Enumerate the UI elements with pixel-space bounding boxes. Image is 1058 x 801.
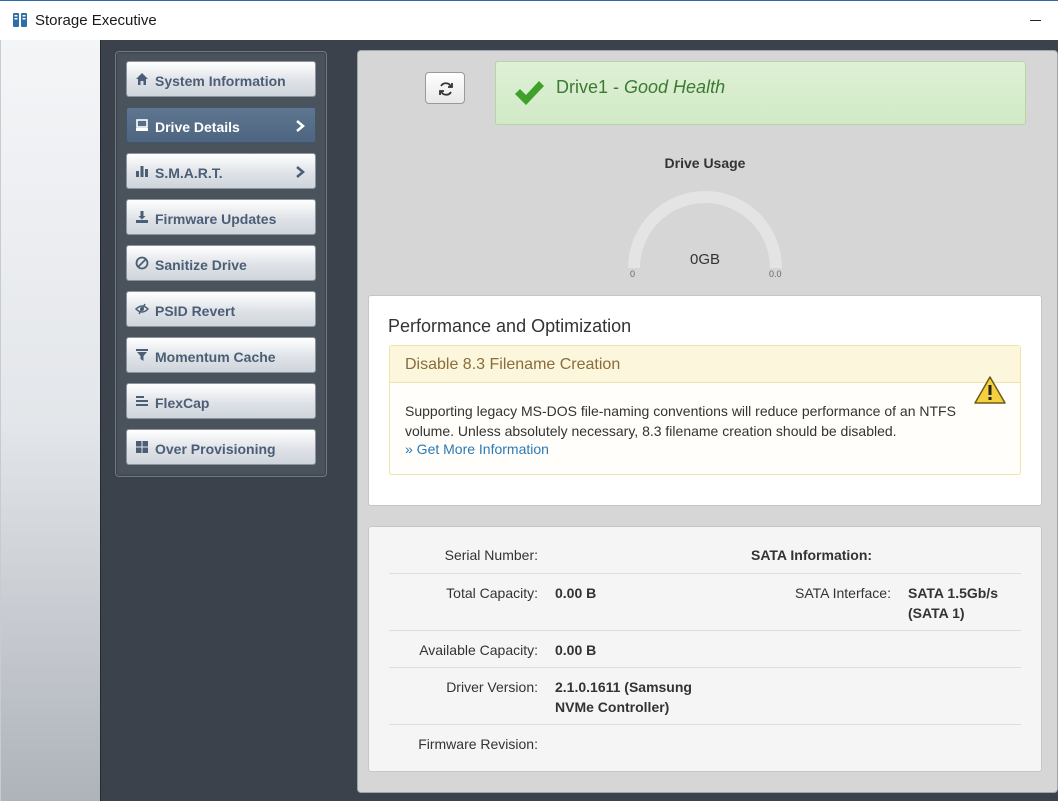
sidebar-item-label: Sanitize Drive xyxy=(155,257,247,273)
chevron-right-icon xyxy=(296,120,305,132)
align-left-icon xyxy=(136,396,148,406)
sidebar-item-label: FlexCap xyxy=(155,395,210,411)
filter-icon xyxy=(136,349,148,361)
sidebar-item-label: System Information xyxy=(155,73,286,89)
warning-description: Supporting legacy MS-DOS file-naming con… xyxy=(405,403,956,439)
performance-title: Performance and Optimization xyxy=(388,316,632,336)
warning-header: Disable 8.3 Filename Creation xyxy=(390,346,1020,383)
sata-information-heading: SATA Information: xyxy=(751,547,873,563)
sidebar-item-label: PSID Revert xyxy=(155,303,236,319)
sidebar-item-sanitize-drive[interactable]: Sanitize Drive xyxy=(126,245,316,281)
checkmark-icon xyxy=(515,81,544,105)
sidebar-item-label: Firmware Updates xyxy=(155,211,277,227)
bar-chart-icon xyxy=(136,166,148,177)
health-status: Good Health xyxy=(624,77,726,97)
drive-name: Drive1 xyxy=(556,77,609,97)
sidebar-item-drive-details[interactable]: Drive Details xyxy=(126,107,316,143)
drive-usage-value: 0GB xyxy=(689,251,720,268)
sidebar-item-firmware-updates[interactable]: Firmware Updates xyxy=(126,199,316,235)
info-row-serial: Serial Number: SATA Information: xyxy=(389,540,1021,573)
app-logo-icon xyxy=(13,13,27,27)
warning-icon xyxy=(974,376,1006,404)
home-icon xyxy=(136,73,148,85)
sidebar-item-smart[interactable]: S.M.A.R.T. xyxy=(126,153,316,189)
window-side-strip xyxy=(0,40,100,801)
info-row-firmware-revision: Firmware Revision: xyxy=(389,724,1021,764)
health-status-text: Drive1 - Good Health xyxy=(556,77,725,98)
sidebar-item-over-provisioning[interactable]: Over Provisioning xyxy=(126,429,316,465)
serial-number-label: Serial Number: xyxy=(444,547,538,563)
chevron-right-icon xyxy=(296,166,305,178)
minimize-button[interactable] xyxy=(1020,7,1052,33)
driver-version-label: Driver Version: xyxy=(446,679,538,695)
refresh-icon xyxy=(439,82,453,96)
sidebar-item-momentum-cache[interactable]: Momentum Cache xyxy=(126,337,316,373)
info-row-total-capacity: Total Capacity: 0.00 B SATA Interface: S… xyxy=(389,573,1021,630)
health-status-banner: Drive1 - Good Health xyxy=(495,61,1026,125)
sidebar-item-label: S.M.A.R.T. xyxy=(155,165,223,181)
grid-icon xyxy=(136,441,148,453)
ban-icon xyxy=(135,256,149,270)
info-row-driver-version: Driver Version: 2.1.0.1611 (Samsung NVMe… xyxy=(389,667,1021,724)
drive-icon xyxy=(136,119,148,131)
gauge-min-label: 0 xyxy=(630,269,636,279)
total-capacity-label: Total Capacity: xyxy=(446,585,538,601)
eye-slash-icon xyxy=(135,303,149,315)
refresh-button[interactable] xyxy=(425,72,465,104)
total-capacity-value: 0.00 B xyxy=(555,585,597,601)
sata-interface-label: SATA Interface: xyxy=(795,585,891,601)
available-capacity-value: 0.00 B xyxy=(555,642,597,658)
sidebar-item-label: Drive Details xyxy=(155,119,240,135)
title-bar: Storage Executive xyxy=(0,0,1058,40)
sidebar-item-psid-revert[interactable]: PSID Revert xyxy=(126,291,316,327)
available-capacity-label: Available Capacity: xyxy=(419,642,538,658)
gauge-max-label: 0.0 xyxy=(769,269,782,279)
sidebar-item-label: Momentum Cache xyxy=(155,349,276,365)
sidebar-item-label: Over Provisioning xyxy=(155,441,276,457)
get-more-information-link[interactable]: » Get More Information xyxy=(405,441,549,457)
firmware-revision-label: Firmware Revision: xyxy=(418,736,538,752)
warning-title: Disable 8.3 Filename Creation xyxy=(405,356,621,373)
window-title: Storage Executive xyxy=(35,12,157,29)
sidebar-item-system-information[interactable]: System Information xyxy=(126,61,316,97)
sidebar-item-flexcap[interactable]: FlexCap xyxy=(126,383,316,419)
driver-version-value: 2.1.0.1611 (Samsung NVMe Controller) xyxy=(555,679,692,715)
sata-interface-value: SATA 1.5Gb/s (SATA 1) xyxy=(908,585,998,621)
download-icon xyxy=(136,211,148,223)
drive-usage-title: Drive Usage xyxy=(664,155,746,171)
warning-alert: Disable 8.3 Filename Creation Supporting… xyxy=(389,345,1021,475)
info-row-available-capacity: Available Capacity: 0.00 B xyxy=(389,630,1021,667)
health-separator: - xyxy=(608,77,625,97)
sidebar: System Information Drive Details S.M.A.R… xyxy=(115,51,327,477)
